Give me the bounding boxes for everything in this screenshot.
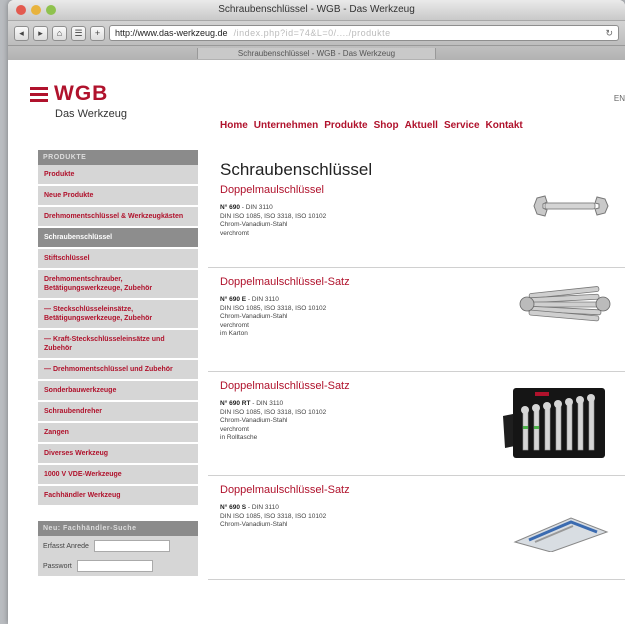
sidebar-item[interactable]: Zangen	[38, 423, 198, 444]
product-entry: Doppelmaulschlüssel-Satz N° 690 E - DIN 3…	[208, 268, 625, 372]
language-switch[interactable]: EN	[614, 94, 625, 103]
sidebar-item[interactable]: Produkte	[38, 165, 198, 186]
product-detail: im Karton	[220, 330, 248, 337]
browser-window: Schraubenschlüssel - WGB - Das Werkzeug …	[8, 0, 625, 624]
browser-toolbar: ◂ ▸ ⌂ ☰ + http://www.das-werkzeug.de /in…	[8, 21, 625, 46]
nav-link-aktuell[interactable]: Aktuell	[405, 120, 438, 131]
home-button[interactable]: ⌂	[52, 25, 67, 41]
product-number-label: N° 690	[220, 204, 240, 211]
password-input[interactable]	[76, 560, 153, 572]
back-button[interactable]: ◂	[14, 25, 29, 41]
sidebar-item[interactable]: Schraubenschlüssel	[38, 228, 198, 249]
product-norm: - DIN 3110	[250, 400, 284, 407]
product-norm: - DIN 3110	[246, 504, 279, 511]
dealer-search-box: Neu: Fachhändler-Suche Erfasst Anrede Pa…	[38, 521, 198, 576]
form-label: Erfasst Anrede	[43, 542, 89, 550]
product-number-label: N° 690 E	[220, 296, 247, 303]
page-title: Schraubenschlüssel	[220, 160, 373, 179]
sidebar-item[interactable]: Fachhändler Werkzeug	[38, 486, 198, 507]
product-image-open-end-wrench[interactable]	[531, 194, 611, 223]
nav-link-shop[interactable]: Shop	[374, 120, 399, 131]
forward-button[interactable]: ▸	[33, 25, 48, 41]
product-title-link[interactable]: Doppelmaulschlüssel-Satz	[220, 484, 613, 496]
sidebar-item[interactable]: 1000 V VDE-Werkzeuge	[38, 465, 198, 486]
product-entry: Doppelmaulschlüssel N° 690 - DIN 3110 DIN …	[208, 180, 625, 268]
sidebar-item[interactable]: — Steckschlüsseleinsätze, Betätigungswer…	[38, 300, 198, 330]
form-label: Passwort	[43, 562, 72, 570]
tab-bar: Schraubenschlüssel - WGB - Das Werkzeug	[8, 46, 625, 61]
sidebar-item[interactable]: — Kraft-Steckschlüsseleinsätze und Zubeh…	[38, 330, 198, 360]
product-number-label: N° 690 S	[220, 504, 247, 511]
form-row: Passwort	[38, 556, 198, 576]
url-text: http://www.das-werkzeug.de	[115, 28, 228, 38]
sidebar-item[interactable]: Drehmomentschrauber, Betätigungswerkzeug…	[38, 270, 198, 300]
address-bar[interactable]: http://www.das-werkzeug.de /index.php?id…	[109, 25, 619, 41]
product-image-wrench-set-stack[interactable]	[519, 282, 611, 331]
sidebar-item[interactable]: Drehmomentschlüssel & Werkzeugkästen	[38, 207, 198, 228]
reload-button[interactable]: ↻	[605, 28, 613, 39]
product-image-wrench-roll-pouch[interactable]	[501, 386, 611, 465]
product-number-label: N° 690 RT	[220, 400, 251, 407]
sidebar-item[interactable]: Neue Produkte	[38, 186, 198, 207]
sidebar-heading: PRODUKTE	[38, 150, 198, 165]
window-title: Schraubenschlüssel - WGB - Das Werkzeug	[218, 4, 415, 15]
product-entry: Doppelmaulschlüssel-Satz N° 690 RT - DIN …	[208, 372, 625, 476]
browser-tab[interactable]: Schraubenschlüssel - WGB - Das Werkzeug	[196, 47, 437, 59]
logo-lines-icon	[30, 86, 48, 102]
logo-mark: WGB	[30, 82, 127, 106]
sidebar-item[interactable]: Stiftschlüssel	[38, 249, 198, 270]
logo-text: WGB	[54, 82, 109, 105]
product-entry: Doppelmaulschlüssel-Satz N° 690 S - DIN 3…	[208, 476, 625, 580]
nav-link-unternehmen[interactable]: Unternehmen	[254, 120, 318, 131]
sidebar: PRODUKTE Produkte Neue Produkte Drehmoment…	[38, 150, 198, 576]
nav-link-produkte[interactable]: Produkte	[324, 120, 367, 131]
add-bookmark-button[interactable]: +	[90, 25, 105, 41]
logo-subtitle: Das Werkzeug	[55, 108, 127, 120]
nav-link-home[interactable]: Home	[220, 120, 248, 131]
bookmarks-icon: ☰	[74, 27, 83, 38]
sidebar-item[interactable]: Diverses Werkzeug	[38, 444, 198, 465]
main-content: Schraubenschlüssel Doppelmaulschlüssel N°…	[208, 150, 625, 580]
nav-link-service[interactable]: Service	[444, 120, 480, 131]
title-bar: Schraubenschlüssel - WGB - Das Werkzeug	[8, 0, 625, 21]
dealer-search-heading: Neu: Fachhändler-Suche	[38, 521, 198, 536]
plus-icon: +	[94, 28, 101, 38]
product-detail: verchromt	[220, 229, 249, 237]
bookmarks-button[interactable]: ☰	[71, 25, 86, 41]
web-page: WGB Das Werkzeug EN Home Unternehmen Produ…	[8, 60, 625, 624]
site-logo[interactable]: WGB Das Werkzeug	[30, 82, 127, 120]
product-list: Doppelmaulschlüssel N° 690 - DIN 3110 DIN …	[208, 180, 625, 580]
sidebar-item[interactable]: Sonderbauwerkzeuge	[38, 381, 198, 402]
sidebar-item[interactable]: — Drehmomentschlüssel und Zubehör	[38, 360, 198, 381]
url-path: /index.php?id=74&L=0/..../produkte	[233, 28, 391, 38]
product-image-wrench-set-case[interactable]	[511, 512, 611, 557]
product-norm: - DIN 3110	[246, 296, 279, 303]
product-norm: - DIN 3110	[239, 204, 273, 211]
form-row: Erfasst Anrede	[38, 536, 198, 556]
sidebar-item[interactable]: Schraubendreher	[38, 402, 198, 423]
username-input[interactable]	[93, 540, 170, 552]
sidebar-menu: Produkte Neue Produkte Drehmomentschlüssel…	[38, 165, 198, 507]
main-navigation: Home Unternehmen Produkte Shop Aktuell Servic…	[220, 120, 523, 131]
home-icon: ⌂	[56, 28, 63, 38]
nav-link-kontakt[interactable]: Kontakt	[486, 120, 523, 131]
